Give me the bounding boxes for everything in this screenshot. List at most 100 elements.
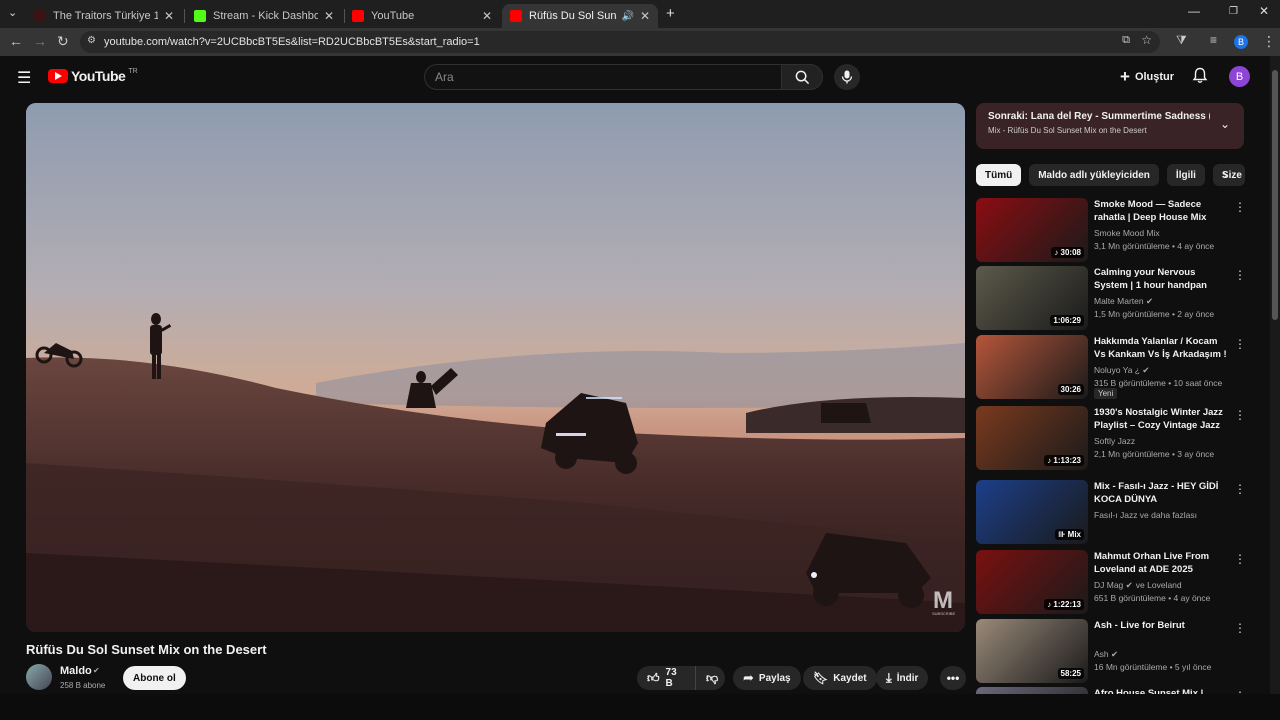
recommendation-channel[interactable]: Noluyo Ya ¿ ✔ bbox=[1094, 365, 1149, 376]
recommendation-channel[interactable]: DJ Mag ✔ ve Loveland bbox=[1094, 580, 1182, 591]
microphone-icon bbox=[841, 70, 853, 84]
site-info-icon[interactable]: ⚙ bbox=[87, 35, 96, 46]
bookmark-star-icon[interactable]: ☆ bbox=[1141, 33, 1152, 47]
browser-tab-rufus-active[interactable]: Rüfüs Du Sol Sunset Mix on 🔊 ✕ bbox=[502, 4, 658, 28]
recommendation-title[interactable]: Hakkımda Yalanlar / Kocam Vs Kankam Vs İ… bbox=[1094, 335, 1230, 361]
browser-tab-kick[interactable]: Stream - Kick Dashboard ✕ bbox=[186, 4, 342, 28]
recommendation-item[interactable]: ♪ 30:08 Smoke Mood — Sadece rahatla | Dee… bbox=[976, 198, 1246, 264]
recommendation-item[interactable]: 30:26 Hakkımda Yalanlar / Kocam Vs Kankam… bbox=[976, 335, 1246, 401]
recommendation-item[interactable]: ♪ 1:22:13 Mahmut Orhan Live From Loveland… bbox=[976, 550, 1246, 616]
recommendation-title[interactable]: 1930's Nostalgic Winter Jazz Playlist – … bbox=[1094, 406, 1230, 433]
thumbs-up-icon: 👍︎ bbox=[647, 670, 660, 685]
chip-from-uploader[interactable]: Maldo adlı yükleyiciden bbox=[1029, 164, 1159, 186]
recommendation-channel[interactable]: Ash ✔ bbox=[1094, 649, 1118, 660]
kebab-menu-icon[interactable]: ⋮ bbox=[1234, 482, 1246, 496]
subscribe-watermark[interactable]: SUBSCRIBE bbox=[932, 611, 955, 616]
recommendation-channel[interactable]: Fasıl-ı Jazz ve daha fazlası bbox=[1094, 510, 1197, 520]
recommendation-item[interactable]: 58:25 Ash - Live for Beirut Ash ✔ 16 Mn gör… bbox=[976, 619, 1246, 685]
recommendation-item[interactable]: ♪ 1:13:23 1930's Nostalgic Winter Jazz Pl… bbox=[976, 406, 1246, 472]
video-thumbnail[interactable]: ♪ 1:22:13 bbox=[976, 550, 1088, 614]
recommendation-title[interactable]: Calming your Nervous System | 1 hour han… bbox=[1094, 266, 1230, 293]
recommendation-item[interactable]: Afro House Sunset Mix | Punta...⋮ bbox=[976, 687, 1246, 694]
recommendation-title[interactable]: Ash - Live for Beirut bbox=[1094, 619, 1230, 632]
kebab-menu-icon[interactable]: ⋮ bbox=[1234, 552, 1246, 566]
scrollbar-thumb[interactable] bbox=[1272, 70, 1278, 320]
voice-search-button[interactable] bbox=[834, 64, 860, 90]
recommendation-item[interactable]: 1:06:29 Calming your Nervous System | 1 h… bbox=[976, 266, 1246, 332]
tab-search-icon[interactable]: ⌄ bbox=[8, 6, 17, 19]
video-thumbnail[interactable]: 30:26 bbox=[976, 335, 1088, 399]
video-thumbnail[interactable] bbox=[976, 687, 1088, 694]
video-title: Rüfüs Du Sol Sunset Mix on the Desert bbox=[26, 642, 267, 657]
kebab-menu-icon[interactable]: ⋮ bbox=[1234, 337, 1246, 351]
channel-avatar[interactable] bbox=[26, 664, 52, 690]
account-avatar[interactable]: B bbox=[1229, 66, 1250, 87]
close-icon[interactable]: ✕ bbox=[324, 9, 334, 23]
notifications-bell-icon[interactable] bbox=[1192, 67, 1208, 89]
speaker-icon[interactable]: 🔊 bbox=[621, 11, 633, 22]
profile-avatar[interactable]: B bbox=[1234, 35, 1248, 49]
chips-next-chevron-icon[interactable]: › bbox=[1223, 166, 1228, 182]
restore-icon[interactable]: ❐ bbox=[1229, 6, 1238, 17]
video-thumbnail[interactable]: ♪ 1:13:23 bbox=[976, 406, 1088, 470]
browser-tab-youtube[interactable]: YouTube ✕ bbox=[344, 4, 500, 28]
video-player[interactable]: M SUBSCRIBE bbox=[26, 103, 965, 632]
browser-menu-icon[interactable]: ⋮ bbox=[1262, 33, 1276, 50]
chevron-down-icon[interactable]: ⌄ bbox=[1220, 117, 1230, 131]
recommendation-title[interactable]: Mix - Fasıl-ı Jazz - HEY GİDİ KOCA DÜNYA bbox=[1094, 480, 1230, 506]
chip-all[interactable]: Tümü bbox=[976, 164, 1022, 186]
masthead: ☰ YouTube TR Ara + Oluştur B bbox=[0, 56, 1270, 98]
chip-for-you[interactable]: Size bbox=[1212, 164, 1245, 186]
recommendation-title[interactable]: Afro House Sunset Mix | Punta... bbox=[1094, 687, 1230, 694]
video-thumbnail[interactable]: 58:25 bbox=[976, 619, 1088, 683]
address-bar[interactable]: ⚙ youtube.com/watch?v=2UCBbcBT5Es&list=R… bbox=[80, 31, 1160, 53]
video-thumbnail[interactable]: ♪ 30:08 bbox=[976, 198, 1088, 262]
view-count-age: 1,5 Mn görüntüleme • 2 ay önce bbox=[1094, 309, 1215, 319]
create-button[interactable]: + Oluştur bbox=[1120, 67, 1174, 87]
new-tab-icon[interactable]: + bbox=[666, 5, 675, 22]
download-button[interactable]: ⤓ İndir bbox=[876, 666, 929, 690]
close-window-icon[interactable]: ✕ bbox=[1259, 4, 1269, 18]
duration-badge: 1:06:29 bbox=[1050, 315, 1084, 326]
up-next-panel[interactable]: Sonraki: Lana del Rey - Summertime Sadne… bbox=[976, 103, 1244, 149]
close-icon[interactable]: ✕ bbox=[482, 9, 492, 23]
video-thumbnail[interactable]: 1:06:29 bbox=[976, 266, 1088, 330]
recommendation-channel[interactable]: Malte Marten ✔ bbox=[1094, 296, 1153, 307]
close-icon[interactable]: ✕ bbox=[164, 9, 174, 23]
subscribe-button[interactable]: Abone ol bbox=[123, 666, 186, 690]
save-button[interactable]: 🔖︎ Kaydet bbox=[803, 666, 877, 690]
page-scrollbar[interactable] bbox=[1270, 56, 1280, 694]
youtube-logo[interactable]: YouTube TR bbox=[48, 68, 138, 84]
search-button[interactable] bbox=[781, 64, 823, 90]
recommendation-item[interactable]: ⊪ Mix Mix - Fasıl-ı Jazz - HEY GİDİ KOCA … bbox=[976, 480, 1246, 546]
kebab-menu-icon[interactable]: ⋮ bbox=[1234, 621, 1246, 635]
search-input[interactable]: Ara bbox=[424, 64, 782, 90]
extensions-icon[interactable]: ⧩ bbox=[1176, 33, 1187, 48]
youtube-favicon-icon bbox=[510, 10, 522, 22]
video-thumbnail[interactable]: ⊪ Mix bbox=[976, 480, 1088, 544]
dislike-button[interactable]: 👎︎ bbox=[695, 666, 725, 690]
chip-related[interactable]: İlgili bbox=[1166, 164, 1205, 186]
recommendation-channel[interactable]: Softly Jazz bbox=[1094, 436, 1135, 446]
recommendation-title[interactable]: Mahmut Orhan Live From Loveland at ADE 2… bbox=[1094, 550, 1230, 576]
recommendation-title[interactable]: Smoke Mood — Sadece rahatla | Deep House… bbox=[1094, 198, 1230, 225]
kebab-menu-icon[interactable]: ⋮ bbox=[1234, 200, 1246, 214]
like-button[interactable]: 👍︎ 73 B bbox=[637, 666, 695, 690]
kebab-menu-icon[interactable]: ⋮ bbox=[1234, 408, 1246, 422]
close-icon[interactable]: ✕ bbox=[640, 9, 650, 23]
install-icon[interactable]: ⧉ bbox=[1122, 34, 1130, 47]
back-icon[interactable]: ← bbox=[9, 33, 23, 49]
recommendation-channel[interactable]: Smoke Mood Mix bbox=[1094, 228, 1160, 238]
forward-icon[interactable]: → bbox=[33, 33, 47, 49]
channel-name: Ash bbox=[1094, 649, 1109, 659]
channel-name[interactable]: Maldo bbox=[60, 665, 92, 677]
browser-tab-traitors[interactable]: The Traitors Türkiye 1. Sezon 1... ✕ bbox=[26, 4, 182, 28]
hamburger-menu-icon[interactable]: ☰ bbox=[17, 68, 31, 88]
reload-icon[interactable]: ↻ bbox=[57, 33, 69, 50]
share-button[interactable]: ➦ Paylaş bbox=[733, 666, 801, 690]
more-actions-button[interactable]: ••• bbox=[940, 666, 966, 690]
browser-tab-strip: ⌄ The Traitors Türkiye 1. Sezon 1... ✕ S… bbox=[0, 0, 1280, 28]
kebab-menu-icon[interactable]: ⋮ bbox=[1234, 268, 1246, 282]
media-control-icon[interactable]: ≡ bbox=[1210, 33, 1217, 47]
minimize-icon[interactable]: — bbox=[1188, 4, 1200, 18]
